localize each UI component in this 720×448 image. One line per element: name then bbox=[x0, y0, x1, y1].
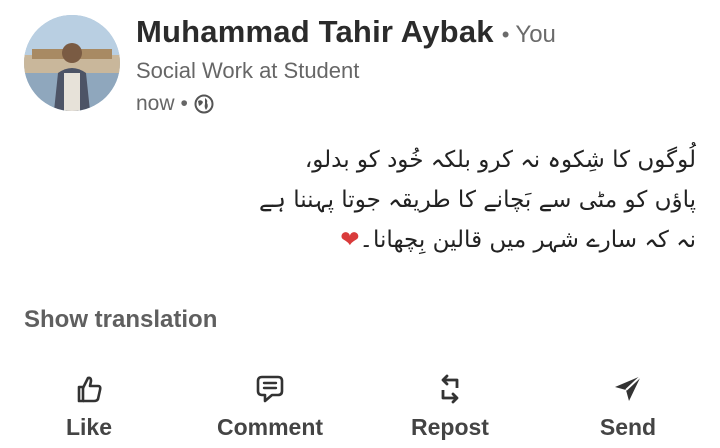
author-name[interactable]: Muhammad Tahir Aybak bbox=[136, 14, 494, 50]
separator-dot: • bbox=[501, 22, 510, 47]
post-line: پاؤں کو مٹی سے بَچانے کا طریقہ جوتا پہنن… bbox=[258, 187, 696, 213]
post-header: Muhammad Tahir Aybak • You Social Work a… bbox=[0, 0, 720, 130]
post-text: لُوگوں کا شِکوہ نہ کرو بلکہ خُود کو بدلو… bbox=[136, 140, 696, 260]
send-icon bbox=[615, 375, 642, 401]
separator-dot: • bbox=[180, 92, 188, 115]
like-button[interactable]: Like bbox=[29, 372, 149, 448]
post-line: نہ کہ سارے شہر میں قالین بِچھانا۔❤ bbox=[136, 220, 696, 260]
avatar-photo bbox=[24, 15, 120, 111]
repost-icon bbox=[441, 374, 459, 404]
heart-emoji: ❤ bbox=[340, 227, 360, 253]
comment-icon bbox=[256, 375, 284, 403]
repost-label: Repost bbox=[411, 414, 489, 440]
post-line: لُوگوں کا شِکوہ نہ کرو بلکہ خُود کو بدلو… bbox=[304, 147, 696, 173]
send-button[interactable]: Send bbox=[568, 372, 688, 448]
author-headline: Social Work at Student bbox=[136, 58, 360, 83]
thumbs-up-icon bbox=[77, 376, 102, 403]
comment-label: Comment bbox=[216, 414, 324, 440]
globe-icon bbox=[194, 94, 214, 114]
send-label: Send bbox=[599, 414, 657, 440]
avatar[interactable] bbox=[24, 15, 120, 111]
relation-label: You bbox=[515, 21, 556, 48]
show-translation-link[interactable]: Show translation bbox=[24, 306, 217, 334]
comment-button[interactable]: Comment bbox=[210, 372, 330, 448]
like-label: Like bbox=[65, 414, 113, 440]
author-name-row: Muhammad Tahir Aybak • You bbox=[136, 14, 556, 50]
post-meta: now • bbox=[136, 92, 214, 116]
repost-button[interactable]: Repost bbox=[390, 372, 510, 448]
post-time: now bbox=[136, 92, 175, 115]
post-line-text: نہ کہ سارے شہر میں قالین بِچھانا۔ bbox=[359, 227, 696, 253]
action-bar: Like Comment Repost Send bbox=[0, 372, 720, 448]
